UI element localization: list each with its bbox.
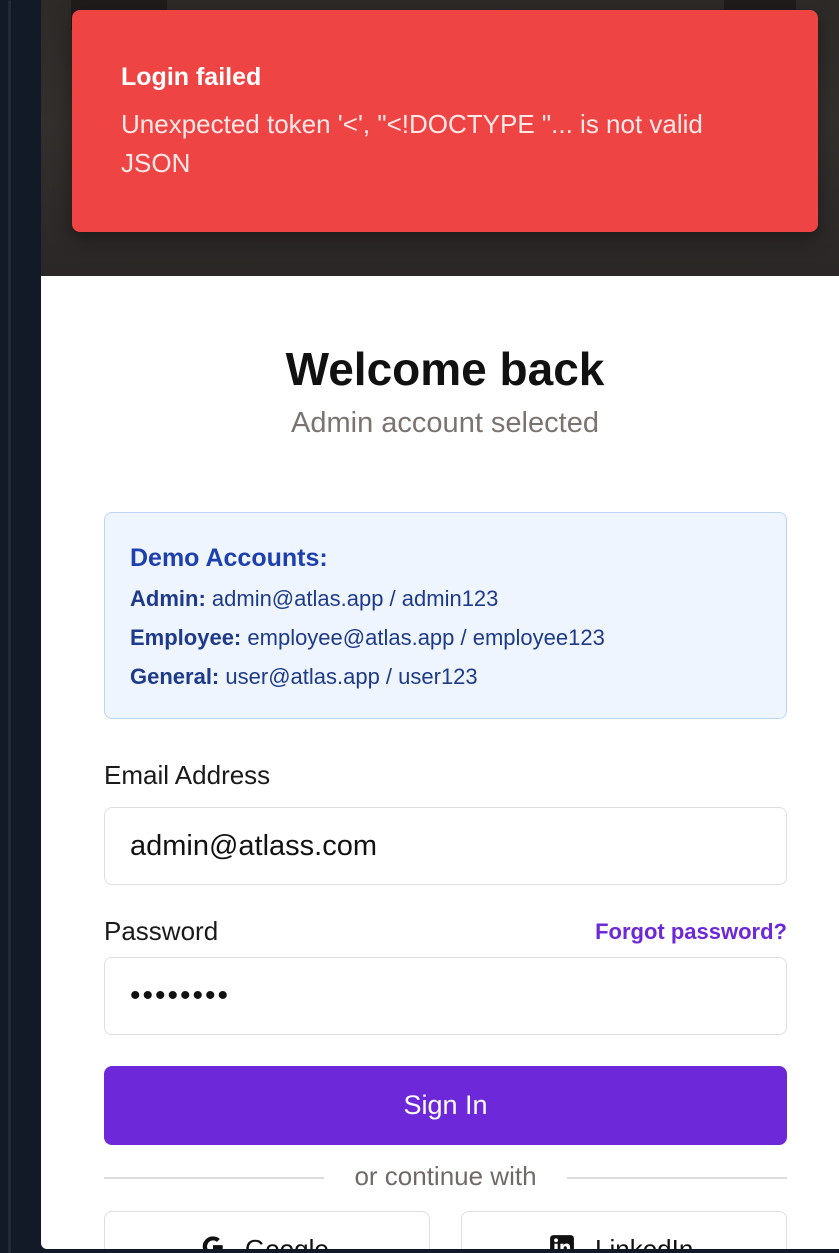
left-rail	[0, 0, 41, 1253]
error-toast[interactable]: Login failed Unexpected token '<', "<!DO…	[72, 10, 818, 232]
login-panel: Login failed Unexpected token '<', "<!DO…	[41, 0, 839, 1249]
demo-credentials: admin@atlas.app / admin123	[211, 586, 499, 611]
demo-accounts-title: Demo Accounts:	[130, 544, 328, 572]
demo-credentials: user@atlas.app / user123	[225, 664, 478, 689]
linkedin-login-button[interactable]: LinkedIn	[461, 1211, 787, 1249]
toast-message: Unexpected token '<', "<!DOCTYPE "... is…	[121, 109, 703, 178]
linkedin-label: LinkedIn	[595, 1234, 694, 1249]
demo-role: General:	[130, 664, 220, 689]
password-label: Password	[104, 916, 219, 946]
toast-title: Login failed	[121, 63, 262, 91]
forgot-password-link[interactable]: Forgot password?	[589, 919, 787, 945]
demo-account-employee: Employee: employee@atlas.app / employee1…	[130, 625, 761, 651]
email-field[interactable]	[104, 807, 787, 885]
demo-account-admin: Admin: admin@atlas.app / admin123	[130, 586, 761, 612]
rail-edge	[8, 0, 11, 1253]
page-subtitle: Admin account selected	[291, 407, 599, 439]
demo-accounts-box: Demo Accounts: Admin: admin@atlas.app / …	[104, 512, 787, 719]
linkedin-icon	[550, 1235, 574, 1249]
email-label: Email Address	[104, 760, 271, 790]
google-icon	[202, 1236, 223, 1249]
demo-role: Employee:	[130, 625, 242, 650]
password-field[interactable]	[104, 957, 787, 1035]
divider-line	[567, 1177, 787, 1179]
divider-line	[104, 1177, 324, 1179]
divider-text: or continue with	[354, 1161, 537, 1191]
demo-account-general: General: user@atlas.app / user123	[130, 664, 761, 690]
demo-credentials: employee@atlas.app / employee123	[247, 625, 605, 650]
page-title: Welcome back	[285, 343, 605, 395]
google-login-button[interactable]: Google	[104, 1211, 430, 1249]
google-label: Google	[245, 1234, 329, 1249]
demo-role: Admin:	[130, 586, 206, 611]
sign-in-button[interactable]: Sign In	[104, 1066, 787, 1145]
